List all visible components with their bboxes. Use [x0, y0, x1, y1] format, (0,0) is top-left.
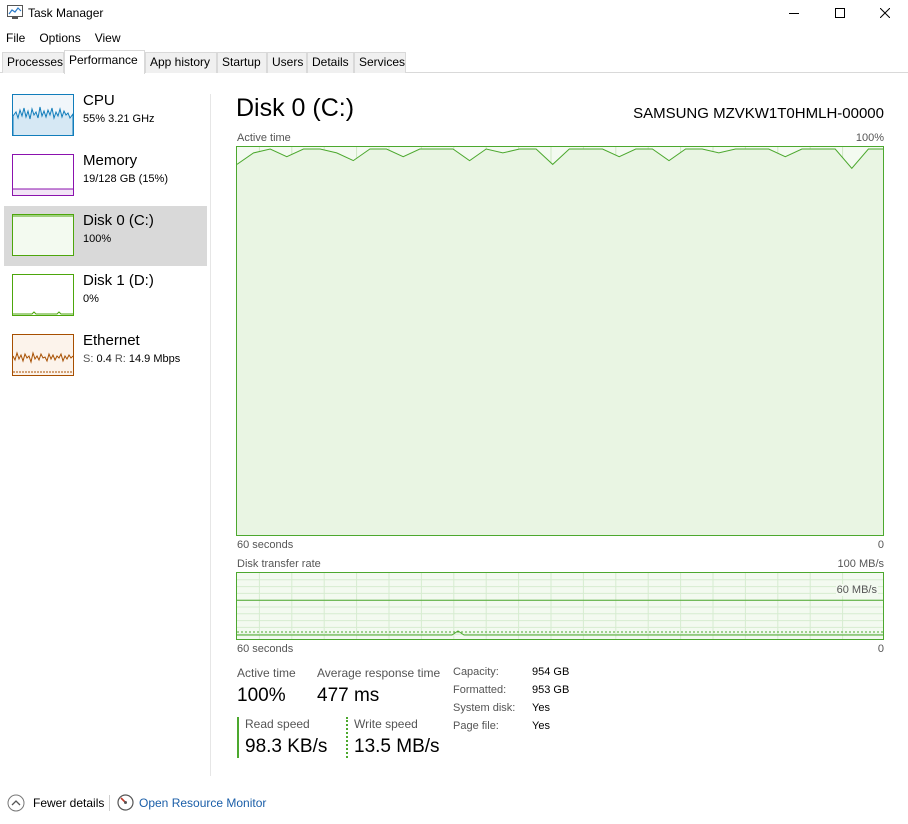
- chevron-up-circle-icon[interactable]: [7, 794, 25, 812]
- disk-0-thumbnail-graph: [12, 214, 74, 256]
- sidebar-disk-1-name: Disk 1 (D:): [83, 272, 154, 289]
- sidebar-memory-value: 19/128 GB (15%): [83, 173, 168, 185]
- ethernet-recv-label: R:: [114, 353, 126, 365]
- sidebar-disk-0-name: Disk 0 (C:): [83, 212, 154, 229]
- ethernet-thumbnail-graph: [12, 334, 74, 376]
- detail-capacity-key: Capacity:: [453, 666, 499, 678]
- active-time-stat-value: 100%: [237, 685, 286, 706]
- active-time-graph: [236, 146, 884, 536]
- ethernet-send-label: S:: [83, 353, 94, 365]
- sidebar-item-cpu[interactable]: CPU 55% 3.21 GHz: [4, 86, 207, 146]
- detail-page-file-key: Page file:: [453, 720, 499, 732]
- tab-details[interactable]: Details: [307, 52, 354, 73]
- sidebar-divider: [210, 94, 211, 776]
- menu-file[interactable]: File: [0, 29, 32, 47]
- active-time-graph-min: 0: [877, 539, 884, 551]
- transfer-graph-time-label: 60 seconds: [237, 643, 294, 655]
- transfer-graph-max: 100 MB/s: [837, 558, 884, 570]
- resource-monitor-icon[interactable]: [117, 794, 134, 811]
- detail-formatted-key: Formatted:: [453, 684, 507, 696]
- sidebar-cpu-value: 55% 3.21 GHz: [83, 113, 155, 125]
- footer-separator: [109, 795, 110, 811]
- detail-system-disk-value: Yes: [532, 702, 550, 714]
- memory-thumbnail-graph: [12, 154, 74, 196]
- read-speed-legend-bar: [237, 717, 239, 758]
- sidebar-ethernet-value: S: 0.4 R: 14.9 Mbps: [83, 353, 180, 365]
- sidebar-item-memory[interactable]: Memory 19/128 GB (15%): [4, 146, 207, 206]
- active-time-area: [237, 149, 883, 535]
- sidebar-item-disk-0[interactable]: Disk 0 (C:) 100%: [4, 206, 207, 266]
- footer: Fewer details Open Resource Monitor: [0, 792, 908, 814]
- ethernet-recv-value: 14.9 Mbps: [128, 353, 181, 365]
- read-speed-stat-value: 98.3 KB/s: [245, 736, 328, 757]
- avg-response-stat-label: Average response time: [317, 666, 441, 680]
- menu-options[interactable]: Options: [32, 29, 87, 47]
- write-speed-legend-bar: [346, 717, 348, 758]
- active-time-graph-plot: [237, 147, 883, 535]
- task-manager-icon: [7, 5, 23, 19]
- write-speed-stat-value: 13.5 MB/s: [354, 736, 440, 757]
- tab-services[interactable]: Services: [354, 52, 406, 73]
- tab-startup[interactable]: Startup: [217, 52, 267, 73]
- active-time-stat-label: Active time: [237, 666, 296, 680]
- tab-strip: Processes Performance App history Startu…: [0, 50, 908, 74]
- device-model: SAMSUNG MZVKW1T0HMLH-00000: [633, 105, 884, 122]
- active-time-graph-max: 100%: [855, 132, 884, 144]
- maximize-button[interactable]: [817, 0, 863, 26]
- read-speed-stat-label: Read speed: [245, 717, 310, 731]
- minimize-icon: [789, 13, 799, 14]
- sidebar-item-ethernet[interactable]: Ethernet S: 0.4 R: 14.9 Mbps: [4, 326, 207, 386]
- close-button[interactable]: [862, 0, 908, 26]
- performance-sidebar: CPU 55% 3.21 GHz Memory 19/128 GB (15%) …: [0, 86, 210, 776]
- transfer-graph-inner-label: 60 MB/s: [835, 584, 878, 596]
- cpu-thumbnail-graph: [12, 94, 74, 136]
- tab-performance[interactable]: Performance: [64, 50, 145, 74]
- sidebar-disk-1-value: 0%: [83, 293, 99, 305]
- fewer-details-button[interactable]: Fewer details: [33, 796, 104, 810]
- sidebar-disk-0-value: 100%: [83, 233, 112, 245]
- maximize-icon: [835, 8, 845, 18]
- window-title: Task Manager: [28, 6, 104, 20]
- detail-formatted-value: 953 GB: [532, 684, 570, 696]
- detail-system-disk-key: System disk:: [453, 702, 516, 714]
- tab-processes[interactable]: Processes: [2, 52, 64, 73]
- page-title: Disk 0 (C:): [236, 94, 355, 122]
- menu-view[interactable]: View: [88, 29, 128, 47]
- sidebar-item-disk-1[interactable]: Disk 1 (D:) 0%: [4, 266, 207, 326]
- tab-app-history[interactable]: App history: [145, 52, 217, 73]
- transfer-graph-min: 0: [877, 643, 884, 655]
- disk-1-thumbnail-graph: [12, 274, 74, 316]
- minimize-button[interactable]: [771, 0, 817, 26]
- ethernet-send-value: 0.4: [96, 353, 112, 365]
- sidebar-ethernet-name: Ethernet: [83, 332, 140, 349]
- tab-users[interactable]: Users: [267, 52, 307, 73]
- open-resource-monitor-link[interactable]: Open Resource Monitor: [139, 796, 266, 810]
- avg-response-stat-value: 477 ms: [317, 685, 380, 706]
- sidebar-memory-name: Memory: [83, 152, 138, 169]
- write-speed-stat-label: Write speed: [354, 717, 418, 731]
- transfer-rate-graph-plot: [237, 573, 883, 639]
- active-time-graph-time-label: 60 seconds: [237, 539, 294, 551]
- close-icon: [880, 8, 890, 18]
- sidebar-cpu-name: CPU: [83, 92, 115, 109]
- transfer-graph-label: Disk transfer rate: [237, 558, 321, 570]
- detail-capacity-value: 954 GB: [532, 666, 570, 678]
- detail-page-file-value: Yes: [532, 720, 550, 732]
- active-time-graph-label: Active time: [237, 132, 291, 144]
- transfer-rate-graph: 60 MB/s: [236, 572, 884, 640]
- menu-bar: File Options View: [0, 29, 128, 47]
- title-bar: Task Manager: [0, 0, 908, 26]
